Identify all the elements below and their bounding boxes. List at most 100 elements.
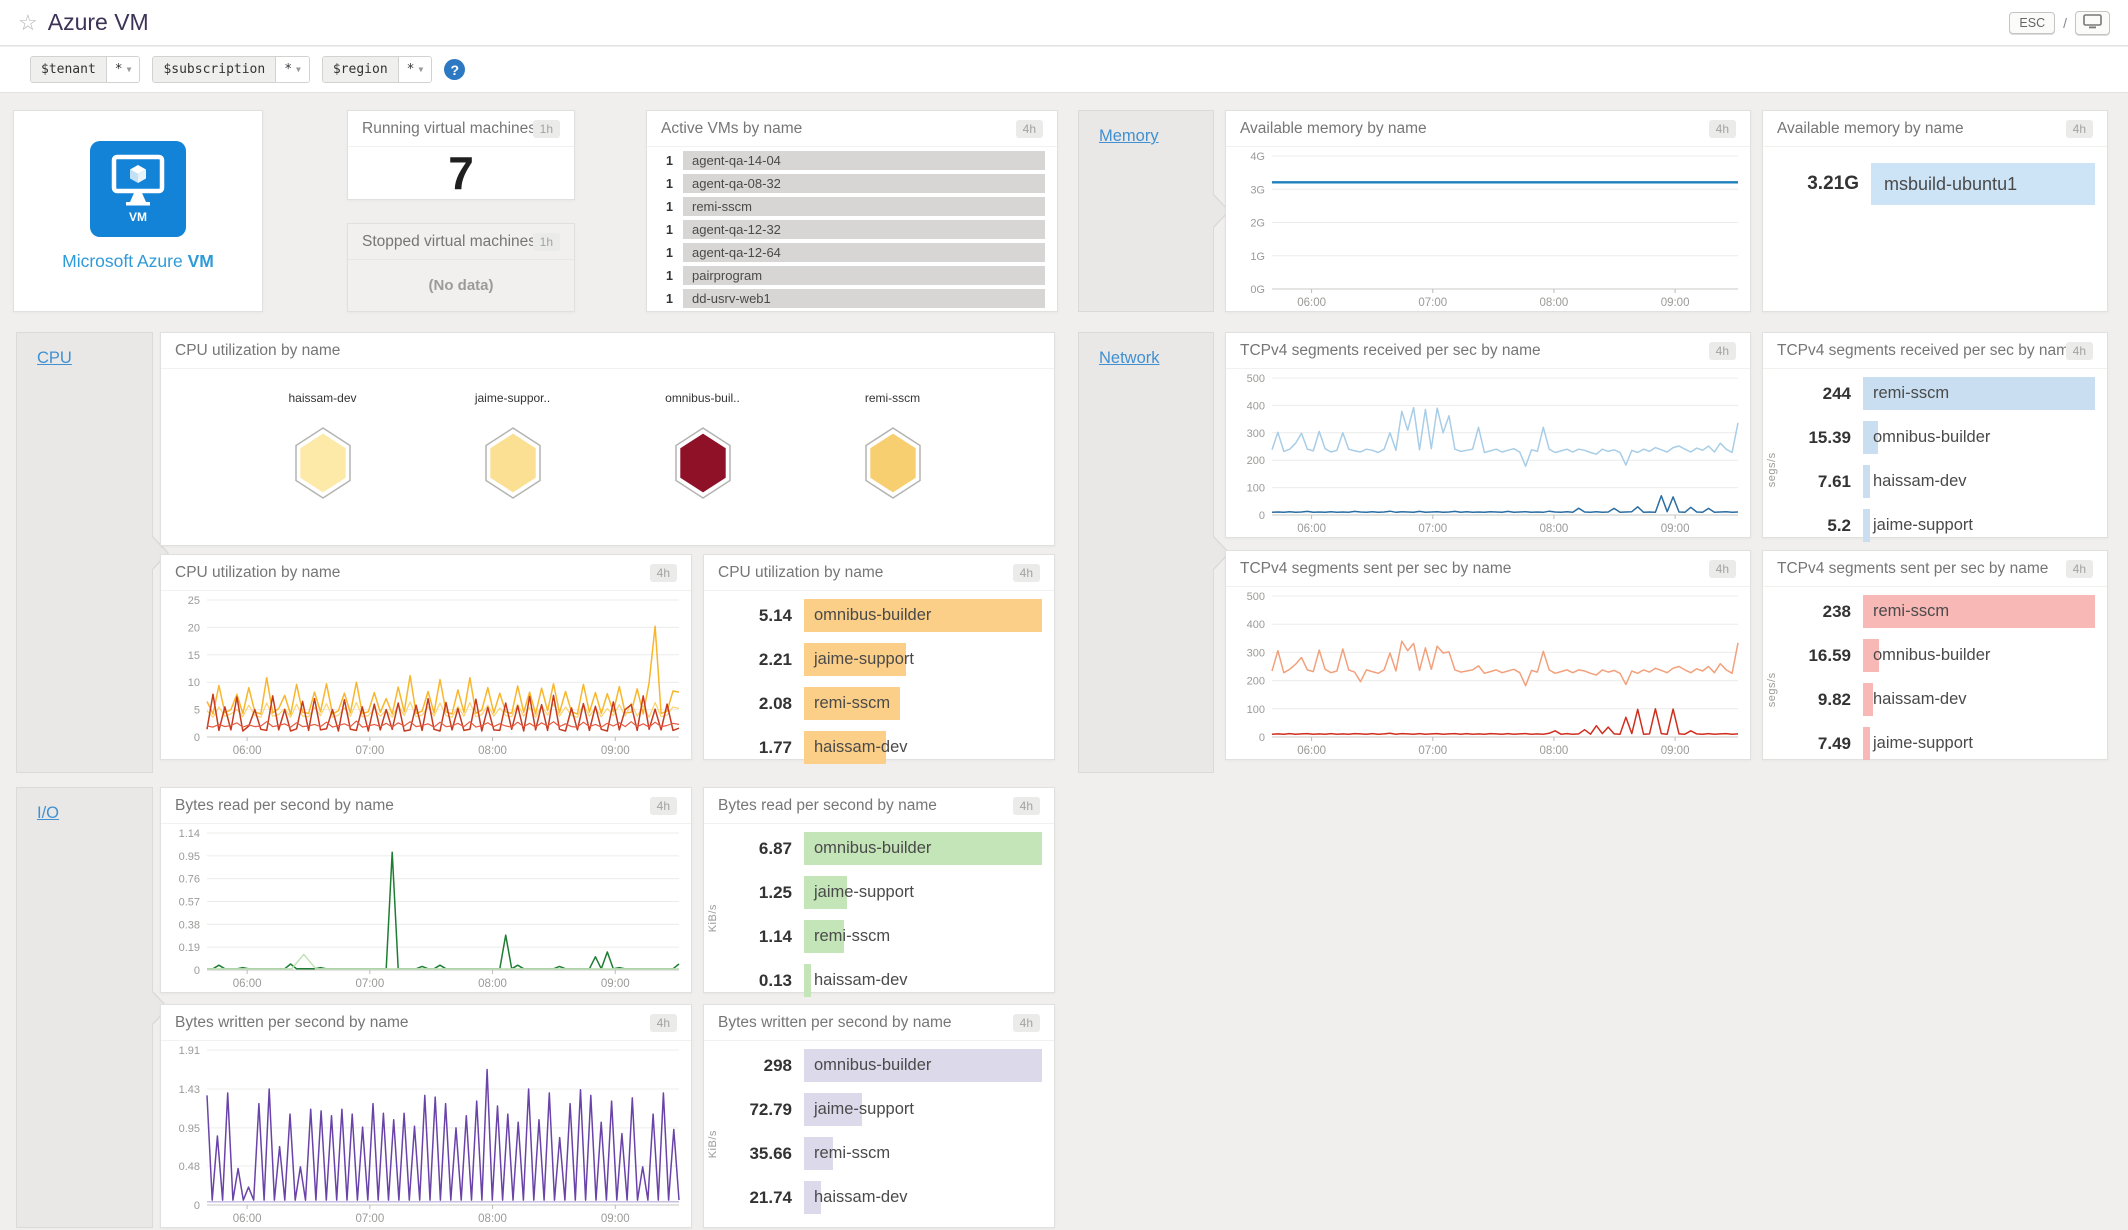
toplist-label: haissam-dev	[814, 738, 908, 756]
hexmap-host[interactable]: omnibus-buil..	[653, 391, 753, 499]
widget-tcp-sent-toplist: TCPv4 segments sent per sec by name 4h se…	[1762, 550, 2108, 760]
toplist-value: 1	[666, 268, 673, 283]
hexagon-icon	[864, 427, 921, 499]
svg-text:0.76: 0.76	[179, 874, 200, 886]
toplist-value: 238	[1822, 601, 1851, 621]
template-var-region[interactable]: $region * ▼	[321, 56, 433, 83]
toplist-label: agent-qa-08-32	[692, 176, 781, 191]
toplist-row: 1 agent-qa-14-04	[647, 151, 1045, 170]
cpu-plot: 0 5 10 15 20 25 06:00 07:00 08:00 09:00	[161, 591, 691, 759]
page-title: Azure VM	[47, 9, 149, 35]
template-var-subscription[interactable]: $subscription * ▼	[152, 56, 310, 83]
svg-text:09:00: 09:00	[1661, 297, 1690, 309]
svg-text:07:00: 07:00	[355, 1213, 384, 1225]
azure-caption: Microsoft Azure VM	[62, 251, 214, 271]
svg-text:100: 100	[1247, 704, 1265, 716]
esc-key-button[interactable]: ESC	[2009, 11, 2056, 34]
toplist-row: 238 remi-sscm	[1763, 595, 2095, 628]
timeframe-badge: 4h	[1015, 119, 1043, 138]
section-link-io[interactable]: I/O	[37, 804, 59, 823]
svg-text:1.43: 1.43	[179, 1084, 200, 1096]
toplist-row: 1.25 jaime-support	[704, 876, 1042, 909]
widget-bytes-written-toplist: Bytes written per second by name 4h KiB/s…	[703, 1004, 1055, 1228]
fullscreen-button[interactable]	[2075, 10, 2110, 35]
toplist-label: agent-qa-12-32	[692, 222, 781, 237]
toplist-value: 5.2	[1827, 515, 1851, 535]
toplist-label: remi-sscm	[814, 927, 891, 945]
widget-cpu-hexmap: CPU utilization by name haissam-dev jaime…	[160, 332, 1055, 546]
toplist-value: 9.82	[1817, 689, 1851, 709]
svg-text:400: 400	[1247, 400, 1265, 412]
toplist-value: 1.25	[758, 882, 792, 902]
toplist-label: jaime-support	[814, 883, 914, 901]
bytes-written-plot: 0 0.48 0.95 1.43 1.91 06:00 07:00 08:00 09:00	[161, 1041, 691, 1227]
hexmap-host[interactable]: haissam-dev	[273, 391, 373, 499]
section-card-io: I/O	[16, 787, 169, 1228]
widget-tcp-recv-chart: TCPv4 segments received per sec by name 4…	[1225, 332, 1751, 538]
toplist-value: 2.21	[758, 649, 792, 669]
toplist-label: remi-sscm	[692, 199, 752, 214]
timeframe-badge: 4h	[1012, 1013, 1040, 1032]
svg-text:07:00: 07:00	[1418, 745, 1447, 757]
svg-text:07:00: 07:00	[355, 978, 384, 990]
cpu-hexmap: haissam-dev jaime-suppor.. omnibus-buil.. r…	[161, 369, 1054, 545]
shortcut-separator: /	[2063, 14, 2067, 31]
toplist-value: 2.08	[758, 693, 792, 713]
azure-vm-icon: VM	[90, 141, 186, 237]
toplist-row: 2.21 jaime-support	[704, 643, 1042, 676]
toplist-label: agent-qa-12-64	[692, 245, 781, 260]
timeframe-badge: 4h	[1708, 119, 1736, 138]
toplist-row: 1 agent-qa-12-64	[647, 243, 1045, 262]
section-link-cpu[interactable]: CPU	[37, 349, 72, 368]
svg-text:300: 300	[1247, 647, 1265, 659]
timeframe-badge: 1h	[532, 119, 560, 138]
hexmap-host[interactable]: jaime-suppor..	[463, 391, 563, 499]
svg-text:15: 15	[188, 650, 200, 662]
toplist-row: 5.14 omnibus-builder	[704, 599, 1042, 632]
timeframe-badge: 4h	[2065, 119, 2093, 138]
widget-active-vms-toplist: Active VMs by name 4h 1 agent-qa-14-04 1 age…	[646, 110, 1058, 312]
section-link-network[interactable]: Network	[1099, 349, 1160, 368]
svg-text:20: 20	[188, 622, 200, 634]
bytes-read-plot: 0 0.19 0.38 0.57 0.76 0.95 1.14 06:00 07:00 08:00…	[161, 824, 691, 992]
toplist-value: 5.14	[758, 605, 792, 625]
widget-tcp-sent-chart: TCPv4 segments sent per sec by name 4h 01…	[1225, 550, 1751, 760]
hexagon-icon	[484, 427, 541, 499]
svg-text:08:00: 08:00	[478, 745, 507, 757]
svg-text:08:00: 08:00	[1540, 297, 1569, 309]
favorite-star-icon[interactable]: ☆	[18, 10, 38, 36]
section-link-memory[interactable]: Memory	[1099, 127, 1159, 146]
toplist-value: 72.79	[749, 1099, 792, 1119]
toplist-label: jaime-support	[1873, 516, 1973, 534]
svg-text:09:00: 09:00	[1661, 523, 1690, 535]
template-var-tenant[interactable]: $tenant * ▼	[30, 56, 141, 83]
svg-text:08:00: 08:00	[478, 978, 507, 990]
hexmap-host[interactable]: remi-sscm	[843, 391, 943, 499]
svg-text:06:00: 06:00	[1297, 297, 1326, 309]
template-variable-bar: $tenant * ▼ $subscription * ▼ $region * ▼ ?	[0, 47, 2128, 93]
svg-text:09:00: 09:00	[601, 1213, 630, 1225]
toplist-row: 2.08 remi-sscm	[704, 687, 1042, 720]
toplist-row: 35.66 remi-sscm	[704, 1137, 1042, 1170]
toplist-value: 1.14	[758, 926, 792, 946]
toplist-label: omnibus-builder	[814, 1056, 932, 1074]
svg-text:06:00: 06:00	[233, 745, 262, 757]
svg-text:500: 500	[1247, 591, 1265, 603]
toplist-value: 1.77	[758, 737, 792, 757]
toplist-label: remi-sscm	[1873, 384, 1950, 402]
widget-running-vms: Running virtual machines 1h 7	[347, 110, 575, 200]
toplist-label: omnibus-builder	[814, 839, 932, 857]
section-card-network: Network	[1078, 332, 1230, 773]
help-icon[interactable]: ?	[444, 59, 466, 80]
toplist-row: 1.77 haissam-dev	[704, 731, 1042, 764]
toplist-row: 1 agent-qa-08-32	[647, 174, 1045, 193]
svg-text:1.91: 1.91	[179, 1045, 200, 1057]
toplist-value: 15.39	[1808, 427, 1851, 447]
toplist-row: 1 remi-sscm	[647, 197, 1045, 216]
toplist-row: 7.49 jaime-support	[1763, 727, 2095, 760]
toplist-row: 3.21G msbuild-ubuntu1	[1763, 163, 2095, 205]
svg-text:0: 0	[194, 965, 200, 977]
svg-text:06:00: 06:00	[233, 1213, 262, 1225]
dashboard-page: ☆ Azure VM ESC / $tenant * ▼ $subscriptio…	[0, 0, 2128, 1230]
svg-text:0.48: 0.48	[179, 1161, 200, 1173]
